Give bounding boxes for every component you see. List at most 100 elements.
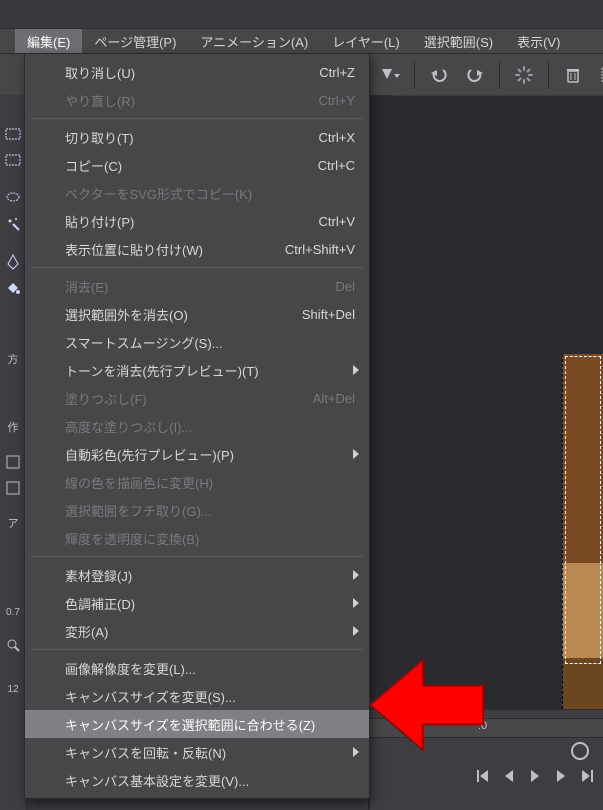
menu-item[interactable]: トーンを消去(先行プレビュー)(T): [25, 356, 369, 384]
menu-separator: [31, 556, 363, 557]
menu-separator: [31, 118, 363, 119]
menu-item-shortcut: Ctrl+X: [319, 130, 355, 145]
menu-item-label: 選択範囲外を消去(O): [65, 305, 284, 324]
menu-item[interactable]: コピー(C)Ctrl+C: [25, 151, 369, 179]
menu-animation[interactable]: アニメーション(A): [188, 29, 320, 54]
zoom-value: 0.7: [6, 607, 20, 618]
playback-controls: [475, 768, 595, 784]
tool-bucket-icon[interactable]: [2, 277, 24, 299]
menu-item-label: 変形(A): [65, 622, 355, 641]
left-label-direction: 方: [8, 351, 19, 367]
step-fwd-icon[interactable]: [553, 768, 569, 784]
menu-item: 輝度を透明度に変換(B): [25, 524, 369, 552]
menu-item-label: 選択範囲をフチ取り(G)...: [65, 501, 355, 520]
tool-lasso-icon[interactable]: [2, 187, 24, 209]
menu-item[interactable]: 取り消し(U) Ctrl+Z: [25, 58, 369, 86]
menu-separator: [31, 267, 363, 268]
menu-item-label: 線の色を描画色に変更(H): [65, 473, 355, 492]
separator: [414, 61, 415, 89]
tool-box-icon[interactable]: [2, 451, 24, 473]
menu-item[interactable]: スマートスムージング(S)...: [25, 328, 369, 356]
menu-item[interactable]: 選択範囲外を消去(O) Shift+Del: [25, 300, 369, 328]
menu-item-label: 素材登録(J): [65, 566, 355, 585]
tool-marquee-rect-icon[interactable]: [2, 123, 24, 145]
menubar: 編集(E) ページ管理(P) アニメーション(A) レイヤー(L) 選択範囲(S…: [0, 28, 603, 54]
menu-item[interactable]: 素材登録(J): [25, 561, 369, 589]
menu-layer[interactable]: レイヤー(L): [320, 29, 412, 54]
menu-item: ベクターをSVG形式でコピー(K): [25, 179, 369, 207]
menu-item[interactable]: キャンバス基本設定を変更(V)...: [25, 766, 369, 794]
canvas-area: [368, 96, 603, 810]
menu-item-label: トーンを消去(先行プレビュー)(T): [65, 361, 355, 380]
canvas-image: [562, 354, 603, 734]
menu-item-shortcut: Ctrl+Shift+V: [285, 242, 355, 257]
menu-item-label: キャンバス基本設定を変更(V)...: [65, 771, 355, 790]
menu-item-shortcut: Shift+Del: [302, 307, 355, 322]
submenu-arrow-icon: [353, 570, 359, 580]
tool-pen-icon[interactable]: [2, 251, 24, 273]
menu-view[interactable]: 表示(V): [505, 29, 572, 54]
menu-item-label: 画像解像度を変更(L)...: [65, 659, 355, 678]
menu-item[interactable]: 自動彩色(先行プレビュー)(P): [25, 440, 369, 468]
menu-item[interactable]: 貼り付け(P)Ctrl+V: [25, 207, 369, 235]
redo-icon[interactable]: [460, 60, 490, 90]
menu-item-shortcut: Del: [335, 279, 355, 294]
go-start-icon[interactable]: [475, 768, 491, 784]
submenu-arrow-icon: [353, 365, 359, 375]
menu-item-shortcut: Ctrl+C: [318, 158, 355, 173]
menu-item-label: 輝度を透明度に変換(B): [65, 529, 355, 548]
menu-item-shortcut: Ctrl+Z: [319, 65, 355, 80]
menu-item[interactable]: 画像解像度を変更(L)...: [25, 654, 369, 682]
menu-item-label: 高度な塗りつぶし(I)...: [65, 417, 355, 436]
menu-item: 線の色を描画色に変更(H): [25, 468, 369, 496]
tool-box2-icon[interactable]: [2, 477, 24, 499]
menu-item: やり直し(R) Ctrl+Y: [25, 86, 369, 114]
play-icon[interactable]: [527, 768, 543, 784]
menu-item-label: やり直し(R): [65, 91, 301, 110]
delete-icon[interactable]: [558, 60, 588, 90]
frame-value: 12: [7, 684, 18, 695]
menu-item: 高度な塗りつぶし(I)...: [25, 412, 369, 440]
menu-item[interactable]: 切り取り(T)Ctrl+X: [25, 123, 369, 151]
menu-item-label: キャンバスサイズを選択範囲に合わせる(Z): [65, 715, 355, 734]
left-label-a: ア: [8, 515, 19, 531]
left-label-make: 作: [8, 419, 19, 435]
tool-marquee-rect2-icon[interactable]: [2, 149, 24, 171]
menu-item-label: 塗りつぶし(F): [65, 389, 295, 408]
submenu-arrow-icon: [353, 626, 359, 636]
delete-outside-icon[interactable]: [594, 60, 603, 90]
tool-wand-icon[interactable]: [2, 213, 24, 235]
timeline-panel: .0: [370, 709, 603, 810]
menu-item-shortcut: Ctrl+Y: [319, 93, 355, 108]
menu-item[interactable]: キャンバスサイズを変更(S)...: [25, 682, 369, 710]
menu-item-label: 消去(E): [65, 277, 317, 296]
go-end-icon[interactable]: [579, 768, 595, 784]
menu-item-label: 表示位置に貼り付け(W): [65, 240, 267, 259]
menu-item-label: ベクターをSVG形式でコピー(K): [65, 184, 355, 203]
menu-item[interactable]: 色調補正(D): [25, 589, 369, 617]
menu-item-shortcut: Alt+Del: [313, 391, 355, 406]
separator: [499, 61, 500, 89]
menu-item-label: 貼り付け(P): [65, 212, 301, 231]
timeline-jog-icon[interactable]: [571, 742, 589, 760]
menu-item-label: 取り消し(U): [65, 63, 301, 82]
menu-item[interactable]: キャンバスサイズを選択範囲に合わせる(Z): [25, 710, 369, 738]
submenu-arrow-icon: [353, 598, 359, 608]
menu-item[interactable]: キャンバスを回転・反転(N): [25, 738, 369, 766]
menu-item-label: 色調補正(D): [65, 594, 355, 613]
menu-item-label: スマートスムージング(S)...: [65, 333, 355, 352]
menu-item[interactable]: 表示位置に貼り付け(W) Ctrl+Shift+V: [25, 235, 369, 263]
step-back-icon[interactable]: [501, 768, 517, 784]
timeline-origin-label: .0: [478, 720, 487, 732]
menu-page[interactable]: ページ管理(P): [82, 29, 188, 54]
snap-dropdown[interactable]: [375, 60, 405, 90]
menu-selection[interactable]: 選択範囲(S): [412, 29, 505, 54]
menu-edit[interactable]: 編集(E): [15, 29, 82, 54]
menu-item: 消去(E) Del: [25, 272, 369, 300]
menu-item[interactable]: 変形(A): [25, 617, 369, 645]
undo-icon[interactable]: [424, 60, 454, 90]
tool-loupe-icon[interactable]: [2, 634, 24, 656]
menu-item: 塗りつぶし(F) Alt+Del: [25, 384, 369, 412]
busy-icon: [509, 60, 539, 90]
selection-marquee: [565, 356, 601, 664]
